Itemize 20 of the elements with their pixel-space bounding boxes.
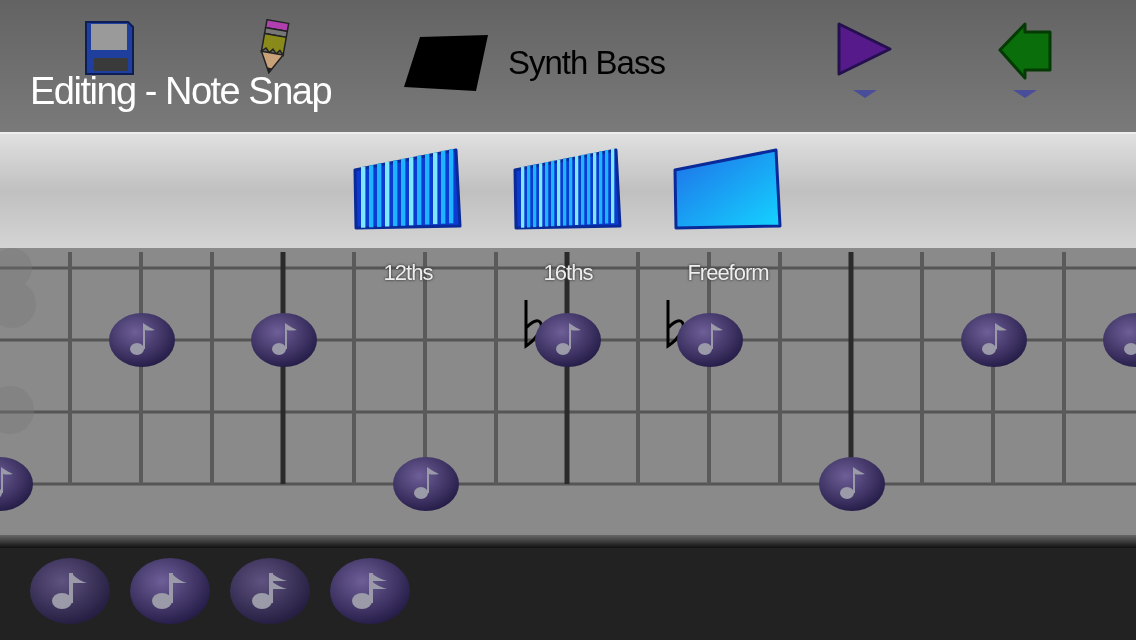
snap-option[interactable]: 12ths bbox=[352, 148, 464, 286]
note-length-button[interactable] bbox=[329, 557, 411, 625]
note-icon[interactable] bbox=[961, 313, 1027, 367]
flat-icon bbox=[524, 300, 543, 348]
mode-title: Editing - Note Snap bbox=[30, 70, 332, 113]
note-icon[interactable] bbox=[393, 457, 459, 511]
note-length-button[interactable] bbox=[129, 557, 211, 625]
note-icon[interactable] bbox=[251, 313, 317, 367]
note-icon[interactable] bbox=[677, 313, 743, 367]
note-icon[interactable] bbox=[1103, 313, 1136, 367]
instrument-name[interactable]: Synth Bass bbox=[508, 44, 665, 82]
note-icon[interactable] bbox=[109, 313, 175, 367]
note-icon[interactable] bbox=[0, 457, 33, 511]
snap-option[interactable]: Freeform bbox=[672, 148, 784, 286]
flat-icon bbox=[666, 300, 685, 348]
note-length-button[interactable] bbox=[29, 557, 111, 625]
note-icon[interactable] bbox=[819, 457, 885, 511]
note-length-button[interactable] bbox=[229, 557, 311, 625]
note-icon[interactable] bbox=[535, 313, 601, 367]
play-button[interactable] bbox=[836, 20, 894, 100]
